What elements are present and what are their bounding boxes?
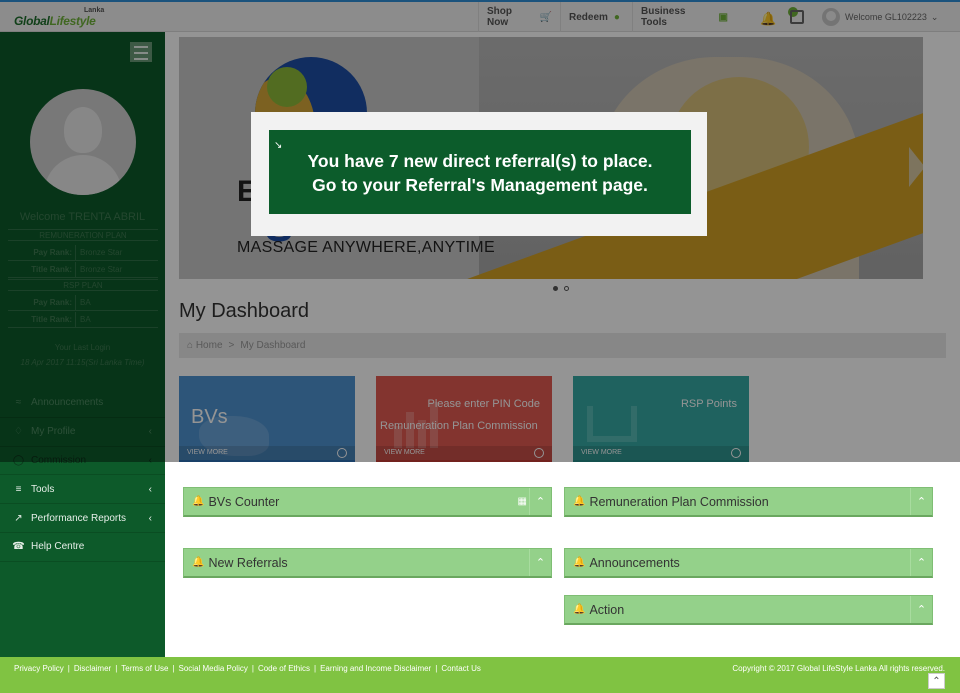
bell-icon: 🔔 xyxy=(192,557,205,568)
collapse-toggle-icon[interactable]: ⌃ xyxy=(910,596,932,623)
phone-icon: ☎ xyxy=(12,541,25,553)
footer-link-social-media[interactable]: Social Media Policy xyxy=(179,664,248,673)
panel-title: Remuneration Plan Commission xyxy=(589,494,769,509)
chevron-left-icon: ‹ xyxy=(148,483,152,495)
collapse-toggle-icon[interactable]: ⌃ xyxy=(529,488,551,515)
sidebar-item-label: Performance Reports xyxy=(31,512,127,524)
bell-icon: 🔔 xyxy=(192,496,205,507)
remuneration-panel[interactable]: 🔔 Remuneration Plan Commission ⌃ xyxy=(564,487,933,517)
bell-icon: 🔔 xyxy=(573,604,586,615)
sidebar-item-tools[interactable]: ≡ Tools ‹ xyxy=(0,475,165,505)
new-referrals-panel[interactable]: 🔔 New Referrals ⌃ xyxy=(183,548,552,578)
modal-line-2: Go to your Referral's Management page. xyxy=(312,175,648,195)
stack-icon: ≡ xyxy=(15,483,22,495)
chevron-left-icon: ‹ xyxy=(148,512,152,524)
chart-icon: ↗ xyxy=(14,512,23,524)
panel-title: Action xyxy=(589,602,625,617)
collapse-toggle-icon[interactable]: ⌃ xyxy=(910,549,932,576)
copyright: Copyright © 2017 Global LifeStyle Lanka … xyxy=(732,664,945,673)
sidebar-item-performance-reports[interactable]: ↗ Performance Reports ‹ xyxy=(0,504,165,533)
collapse-toggle-icon[interactable]: ⌃ xyxy=(910,488,932,515)
chevron-up-icon: ⌃ xyxy=(932,676,941,687)
bell-icon: 🔔 xyxy=(573,496,586,507)
collapse-toggle-icon[interactable]: ⌃ xyxy=(529,549,551,576)
panel-title: New Referrals xyxy=(208,555,288,570)
sidebar-item-help-centre[interactable]: ☎ Help Centre xyxy=(0,533,165,562)
footer-links: Privacy Policy | Disclaimer | Terms of Use… xyxy=(14,664,481,673)
scroll-to-top-button[interactable]: ⌃ xyxy=(928,673,945,689)
referral-message[interactable]: ↘ You have 7 new direct referral(s) to p… xyxy=(269,130,691,214)
referral-notification-modal[interactable]: ↘ You have 7 new direct referral(s) to p… xyxy=(251,112,707,236)
calendar-icon[interactable]: ▦ xyxy=(518,496,527,507)
footer: Privacy Policy | Disclaimer | Terms of Use… xyxy=(0,657,960,693)
sidebar-item-label: Help Centre xyxy=(31,541,85,553)
footer-link-privacy[interactable]: Privacy Policy xyxy=(14,664,64,673)
footer-link-ethics[interactable]: Code of Ethics xyxy=(258,664,310,673)
action-panel[interactable]: 🔔 Action ⌃ xyxy=(564,595,933,625)
bell-icon: 🔔 xyxy=(573,557,586,568)
footer-link-terms[interactable]: Terms of Use xyxy=(121,664,168,673)
sidebar-item-label: Tools xyxy=(31,483,55,495)
expand-arrow-icon: ↘ xyxy=(274,140,283,151)
footer-link-earning[interactable]: Earning and Income Disclaimer xyxy=(320,664,431,673)
panel-title: BVs Counter xyxy=(208,494,280,509)
bvs-counter-panel[interactable]: 🔔 BVs Counter ▦ ⌃ xyxy=(183,487,552,517)
footer-link-contact[interactable]: Contact Us xyxy=(441,664,481,673)
footer-link-disclaimer[interactable]: Disclaimer xyxy=(74,664,111,673)
modal-line-1: You have 7 new direct referral(s) to pla… xyxy=(307,151,653,171)
panel-title: Announcements xyxy=(589,555,680,570)
announcements-panel[interactable]: 🔔 Announcements ⌃ xyxy=(564,548,933,578)
